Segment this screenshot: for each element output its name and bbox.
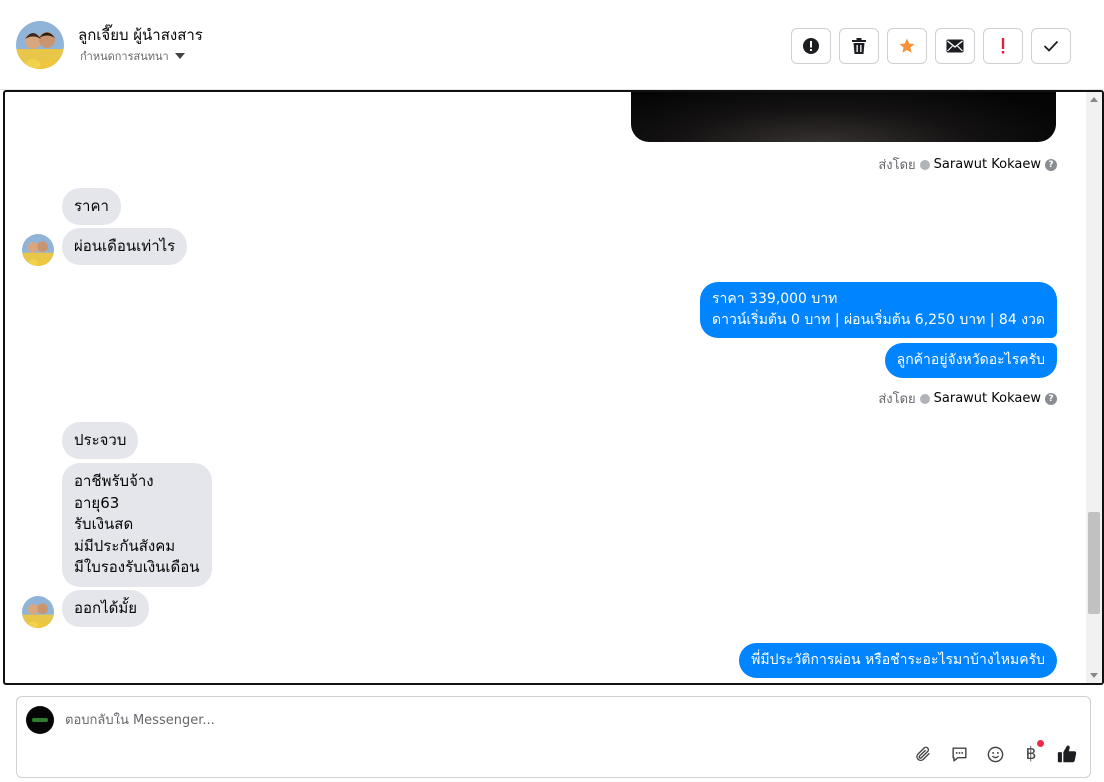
- scrollbar-thumb[interactable]: [1088, 512, 1100, 614]
- baht-payment-icon: ฿: [1025, 744, 1037, 764]
- exclamation-icon: [1001, 38, 1005, 54]
- incoming-message-line: มีใบรองรับเงินเดือน: [74, 558, 200, 576]
- assign-conversation-label: กำหนดการสนทนา: [80, 50, 169, 63]
- incoming-message[interactable]: ผ่อนเดือนเท่าไร: [62, 228, 188, 265]
- help-icon[interactable]: ?: [1045, 392, 1057, 405]
- incoming-message[interactable]: ประจวบ: [62, 422, 139, 459]
- outgoing-message[interactable]: พี่มีประวัติการผ่อน หรือชำระอะไรมาบ้างไห…: [739, 643, 1057, 678]
- help-icon[interactable]: ?: [1045, 158, 1057, 171]
- notification-dot: [1037, 740, 1044, 747]
- agent-status-icon: [919, 393, 930, 404]
- sent-photo-attachment[interactable]: [631, 92, 1056, 142]
- contact-avatar[interactable]: [16, 21, 64, 69]
- emoji-button[interactable]: [984, 743, 1006, 765]
- delete-button[interactable]: [839, 28, 879, 64]
- composer-tools: ฿: [912, 740, 1078, 765]
- incoming-message-line: รับเงินสด: [74, 515, 134, 533]
- reply-input[interactable]: [65, 709, 965, 731]
- incoming-message-line: อาชีพรับจ้าง: [74, 472, 154, 490]
- caret-down-icon: [174, 53, 185, 59]
- sent-by-label: ส่งโดย: [878, 392, 916, 407]
- saved-replies-button[interactable]: [948, 743, 970, 765]
- incoming-message[interactable]: ราคา: [62, 188, 121, 225]
- assign-conversation-dropdown[interactable]: กำหนดการสนทนา: [80, 47, 185, 65]
- scrollbar[interactable]: [1086, 92, 1102, 683]
- mark-done-button[interactable]: [1031, 28, 1071, 64]
- outgoing-message[interactable]: ลูกค้าอยู่จังหวัดอะไรครับ: [884, 343, 1057, 378]
- contact-avatar-small[interactable]: [22, 234, 54, 266]
- outgoing-message[interactable]: ราคา 339,000 บาท ดาวน์เริ่มต้น 0 บาท | ผ…: [700, 282, 1057, 338]
- incoming-message-line: ม่มีประกันสังคม: [74, 536, 176, 555]
- star-button[interactable]: [887, 28, 927, 64]
- alert-circle-button[interactable]: [791, 28, 831, 64]
- agent-status-icon: [919, 159, 930, 170]
- alert-circle-icon: [803, 38, 819, 54]
- conversation-header: ลูกเจี๊ยบ ผู้นำสงสาร กำหนดการสนทนา: [0, 0, 1104, 90]
- contact-name[interactable]: ลูกเจี๊ยบ ผู้นำสงสาร: [78, 23, 203, 47]
- incoming-message[interactable]: ออกได้มั้ย: [62, 590, 150, 627]
- scroll-up-arrow-icon[interactable]: [1090, 97, 1098, 102]
- thumbs-up-icon: [1057, 745, 1077, 763]
- incoming-message[interactable]: อาชีพรับจ้าง อายุ63 รับเงินสด ม่มีประกัน…: [62, 463, 212, 587]
- mark-unread-button[interactable]: [935, 28, 975, 64]
- outgoing-message-line: ดาวน์เริ่มต้น 0 บาท | ผ่อนเริ่มต้น 6,250…: [712, 312, 1045, 328]
- sent-by-label: ส่งโดย: [878, 158, 916, 173]
- conversation-actions: [791, 28, 1071, 64]
- contact-avatar-small[interactable]: [22, 596, 54, 628]
- check-icon: [1043, 40, 1059, 52]
- reply-composer: ฿: [16, 696, 1091, 778]
- star-icon: [899, 38, 915, 53]
- saved-replies-icon: [951, 746, 967, 762]
- agent-name: Sarawut Kokaew: [933, 157, 1041, 172]
- sent-by-info: ส่งโดย Sarawut Kokaew ?: [878, 154, 1057, 175]
- page-avatar: [26, 706, 54, 734]
- scroll-down-arrow-icon[interactable]: [1090, 673, 1098, 678]
- emoji-icon: [987, 746, 1003, 762]
- outgoing-message-line: ราคา 339,000 บาท: [712, 291, 838, 307]
- attachment-button[interactable]: [912, 743, 934, 765]
- mark-important-button[interactable]: [983, 28, 1023, 64]
- trash-icon: [852, 38, 866, 54]
- sent-by-info: ส่งโดย Sarawut Kokaew ?: [878, 388, 1057, 409]
- message-thread[interactable]: ส่งโดย Sarawut Kokaew ? ราคา ผ่อนเดือนเท…: [3, 90, 1104, 685]
- like-button[interactable]: [1056, 743, 1078, 765]
- incoming-message-line: อายุ63: [74, 493, 120, 512]
- envelope-icon: [946, 39, 964, 53]
- payment-button[interactable]: ฿: [1020, 740, 1044, 765]
- agent-name: Sarawut Kokaew: [933, 391, 1041, 406]
- attachment-icon: [916, 746, 930, 761]
